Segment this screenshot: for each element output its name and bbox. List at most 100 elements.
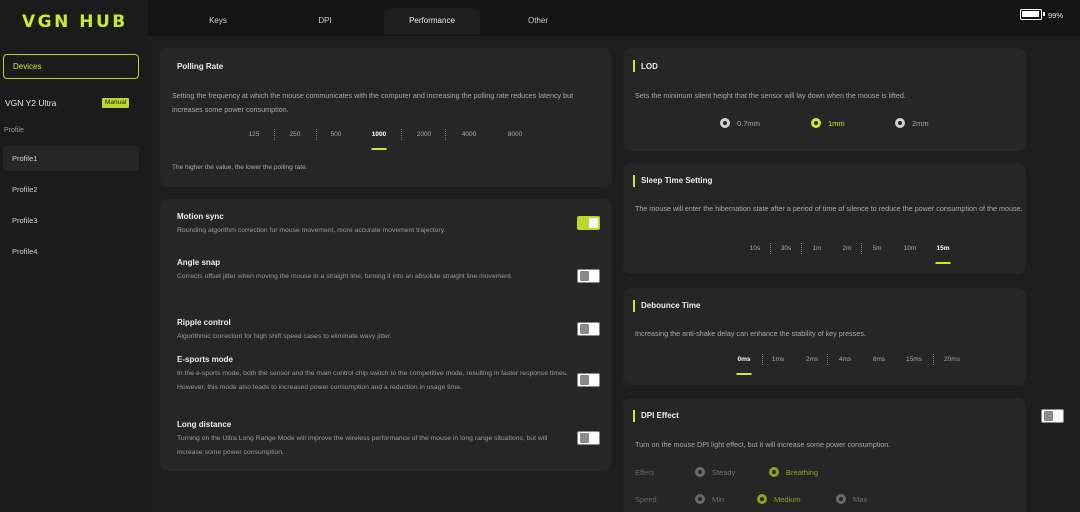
tab-keys[interactable]: Keys [170,8,266,34]
option-separator [401,129,402,140]
sleep-time-card: Sleep Time Setting The mouse will enter … [623,163,1026,274]
ripple-control-title: Ripple control [177,318,231,327]
sleep-option-2m[interactable]: 2m [842,245,851,252]
tab-dpi[interactable]: DPI [277,8,373,34]
polling-option-1000[interactable]: 1000 [372,131,386,138]
angle-snap-description: Corrects offset jitter when moving the m… [177,273,513,280]
speed-label: Speed [635,495,657,504]
debounce-option-1ms[interactable]: 1ms [772,356,784,363]
esports-mode-toggle[interactable] [577,373,600,387]
polling-option-500[interactable]: 500 [331,131,342,138]
esports-mode-title: E-sports mode [177,355,234,364]
polling-rate-note: The higher the value, the lower the poll… [172,164,308,171]
sidebar: VGN HUB Devices VGN Y2 Ultra Manual Prof… [0,0,148,512]
dpi-effect-toggle[interactable] [1041,409,1064,423]
radio-dot-icon [836,494,846,504]
title-accent-bar [633,175,635,187]
profile-item-2[interactable]: Profile2 [3,177,139,202]
dpi-effect-description: Turn on the mouse DPI light effect, but … [635,440,891,449]
profile-item-1[interactable]: Profile1 [3,146,139,171]
debounce-description: Increasing the anti-shake delay can enha… [635,329,866,338]
polling-option-2000[interactable]: 2000 [417,131,431,138]
app-window: VGN HUB Devices VGN Y2 Ultra Manual Prof… [0,0,1080,512]
debounce-option-4ms[interactable]: 4ms [839,356,851,363]
debounce-option-8ms[interactable]: 8ms [873,356,885,363]
dpi-effect-card: DPI Effect Turn on the mouse DPI light e… [623,398,1064,512]
debounce-option-0ms[interactable]: 0ms [737,356,750,363]
polling-option-8000[interactable]: 8000 [508,131,522,138]
motion-sync-title: Motion sync [177,212,224,221]
radio-dot-icon [695,467,705,477]
angle-snap-title: Angle snap [177,258,221,267]
motion-sync-toggle[interactable] [577,216,600,230]
debounce-option-2ms[interactable]: 2ms [806,356,818,363]
debounce-card: Debounce Time Increasing the anti-shake … [623,288,1026,385]
battery-percent: 99% [1048,11,1064,20]
motion-sync-description: Rounding algorithm correction for mouse … [177,227,446,234]
sleep-option-10s[interactable]: 10s [750,245,760,252]
toggle-knob [580,433,589,443]
polling-option-4000[interactable]: 4000 [462,131,476,138]
tab-performance[interactable]: Performance [384,8,480,34]
option-separator [762,354,763,365]
app-logo: VGN HUB [22,12,128,32]
option-separator [316,129,317,140]
sleep-selected-indicator [935,262,951,264]
toggle-knob [1044,411,1053,421]
battery-icon [1020,9,1045,20]
polling-rate-card: Polling Rate Setting the frequency at wh… [160,48,612,187]
radio-dot-icon [695,494,705,504]
sleep-option-15m[interactable]: 15m [936,245,949,252]
toggle-knob [589,218,598,228]
title-accent-bar [633,300,635,312]
top-tab-bar: Keys DPI Performance Other [148,0,1080,36]
effect-label: Effect [635,468,655,477]
esports-mode-description: In the e-sports mode, both the sensor an… [177,370,569,391]
title-accent-bar [633,410,635,422]
ripple-control-toggle[interactable] [577,322,600,336]
option-separator [770,243,771,254]
tab-other[interactable]: Other [490,8,586,34]
polling-rate-title: Polling Rate [177,62,224,71]
title-accent-bar [633,60,635,72]
debounce-title: Debounce Time [641,301,701,310]
debounce-option-20ms[interactable]: 20ms [944,356,960,363]
devices-button[interactable]: Devices [3,54,139,79]
polling-option-125[interactable]: 125 [249,131,260,138]
long-distance-title: Long distance [177,420,232,429]
option-separator [445,129,446,140]
polling-option-250[interactable]: 250 [290,131,301,138]
profile-item-3[interactable]: Profile3 [3,208,139,233]
lod-title: LOD [641,62,658,71]
sleep-time-title: Sleep Time Setting [641,176,713,185]
polling-selected-indicator [371,148,387,150]
option-separator [801,243,802,254]
sleep-time-description: The mouse will enter the hibernation sta… [635,204,1023,213]
long-distance-description: Turning on the Ultra Long Range Mode wil… [177,435,548,456]
long-distance-toggle[interactable] [577,431,600,445]
sleep-option-30s[interactable]: 30s [781,245,791,252]
radio-dot-icon [895,118,905,128]
radio-dot-icon [811,118,821,128]
radio-dot-icon [769,467,779,477]
option-separator [933,354,934,365]
angle-snap-toggle[interactable] [577,269,600,283]
debounce-selected-indicator [736,373,752,375]
device-name[interactable]: VGN Y2 Ultra [5,98,56,108]
sleep-option-10m[interactable]: 10m [904,245,917,252]
sleep-option-1m[interactable]: 1m [812,245,821,252]
debounce-option-15ms[interactable]: 15ms [906,356,922,363]
ripple-control-description: Algorithmic correction for high shift sp… [177,333,392,340]
sleep-option-5m[interactable]: 5m [872,245,881,252]
profile-item-4[interactable]: Profile4 [3,239,139,264]
toggle-knob [580,324,589,334]
radio-dot-icon [720,118,730,128]
option-separator [861,243,862,254]
main-content: Polling Rate Setting the frequency at wh… [148,36,1080,512]
toggle-knob [580,271,589,281]
mode-badge: Manual [102,98,130,108]
radio-dot-icon [757,494,767,504]
toggle-knob [580,375,589,385]
battery-level-fill [1022,11,1039,17]
lod-card: LOD Sets the minimum silent height that … [623,48,1026,151]
